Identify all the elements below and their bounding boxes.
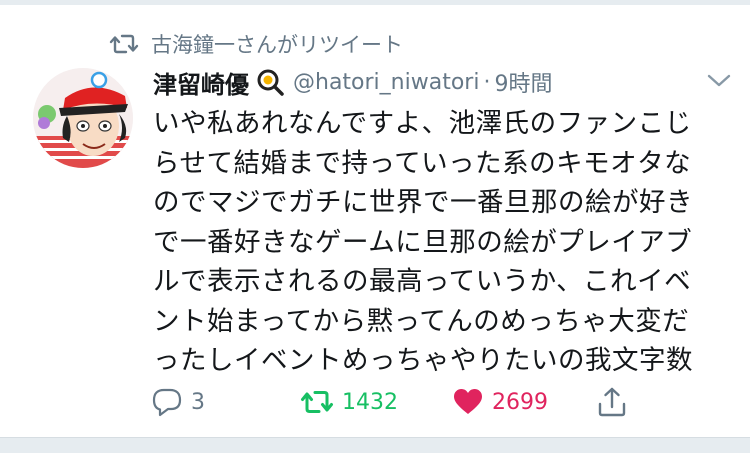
top-divider <box>0 0 750 5</box>
retweet-icon <box>301 391 333 413</box>
share-button[interactable] <box>596 384 636 420</box>
retweet-icon <box>109 32 139 56</box>
retweet-button[interactable]: 1432 <box>300 384 398 420</box>
heart-icon <box>454 389 482 414</box>
tweet-text-line: ったしイベントめっちゃやりたいの我文字数 <box>153 345 693 376</box>
reply-icon <box>152 388 182 417</box>
retweet-context: 古海鐘一さんがリツイート <box>109 30 403 58</box>
reply-count: 3 <box>191 389 205 415</box>
like-count: 2699 <box>492 389 548 415</box>
display-name[interactable]: 津留崎優 <box>153 65 249 100</box>
timestamp[interactable]: 9時間 <box>494 66 552 98</box>
handle[interactable]: @hatori_niwatori <box>293 70 479 95</box>
tweet-text-line: で一番好きなゲームに旦那の絵がプレイアブ <box>153 226 693 258</box>
chevron-down-icon[interactable] <box>706 70 732 90</box>
tweet-header: 津留崎優 @hatori_niwatori · 9時間 <box>153 64 730 100</box>
bottom-divider <box>0 437 750 453</box>
separator-dot: · <box>483 69 491 95</box>
retweet-count: 1432 <box>342 389 398 415</box>
like-button[interactable]: 2699 <box>452 384 548 420</box>
tweet-actions: 3 1432 2699 <box>0 384 750 420</box>
avatar[interactable] <box>33 68 133 168</box>
tweet-text-line: ルで表示されるの最高っていうか、これイベ <box>153 266 692 297</box>
tweet-text-line: のでマジでガチに世界で一番旦那の絵が好き <box>153 187 693 218</box>
tweet-text-line: らせて結婚まで持っていった系のキモオタな <box>153 147 692 179</box>
tweet-text-line: ント始まってから黙ってんのめっちゃ大変だ <box>153 305 690 337</box>
tweet-text-line: いや私あれなんですよ、池澤氏のファンこじ <box>153 108 692 139</box>
magnifier-emoji-icon <box>255 67 285 97</box>
retweet-context-text: 古海鐘一さんがリツイート <box>151 33 403 57</box>
tweet-text: いや私あれなんですよ、池澤氏のファンこじ らせて結婚まで持っていった系のキモオタ… <box>153 104 723 381</box>
share-icon <box>598 387 626 417</box>
reply-button[interactable]: 3 <box>151 384 205 420</box>
